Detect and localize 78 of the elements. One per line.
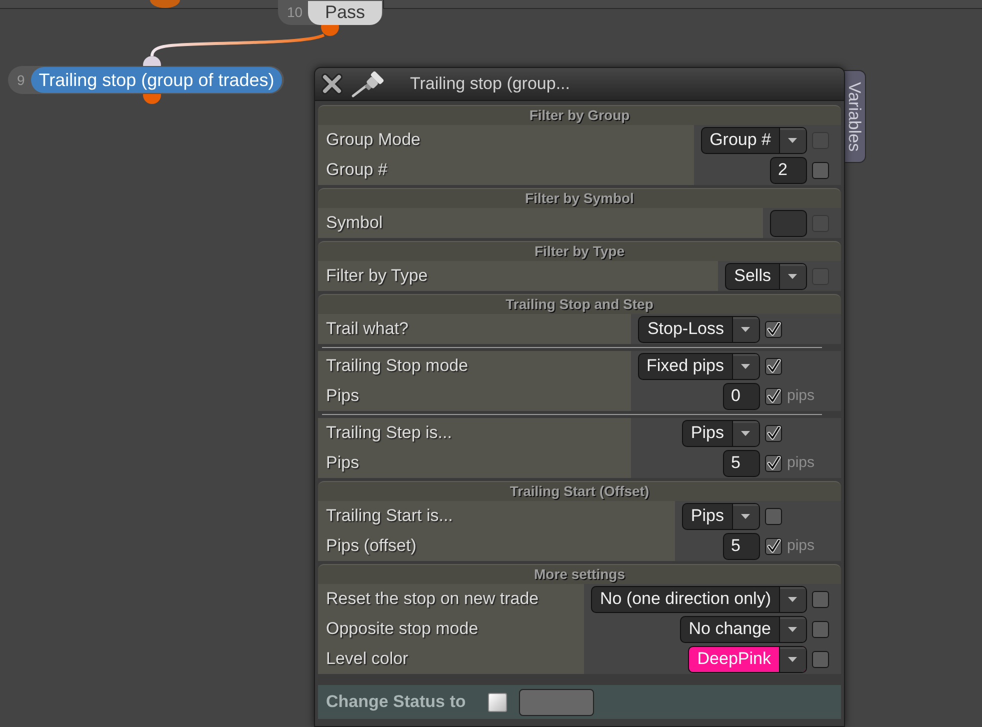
caret-down-icon: [779, 646, 806, 672]
node-title: Trailing stop (group of trades): [30, 67, 282, 93]
number-field[interactable]: 2: [770, 156, 807, 184]
checkbox[interactable]: [765, 454, 782, 472]
dropdown[interactable]: Pips: [682, 502, 760, 530]
caret-down-icon: [779, 128, 806, 152]
number-field[interactable]: 5: [723, 532, 760, 560]
setting-label: Trailing Start is...: [318, 501, 675, 531]
dropdown[interactable]: No (one direction only): [590, 586, 807, 612]
unit-label: pips: [787, 536, 816, 556]
checkbox[interactable]: [765, 358, 782, 374]
node-number: 9: [17, 70, 25, 90]
checkbox[interactable]: [765, 538, 782, 554]
pin-icon[interactable]: [351, 70, 385, 98]
dropdown[interactable]: Pips: [682, 420, 760, 446]
number-field[interactable]: 0: [723, 382, 760, 410]
checkbox[interactable]: [765, 388, 782, 404]
section-header: Filter by Group: [318, 105, 841, 125]
checkmark-icon: [766, 322, 780, 336]
caret-down-icon: [732, 354, 759, 378]
caret-down-icon: [779, 586, 806, 612]
checkbox[interactable]: [488, 692, 507, 712]
setting-label: Group #: [318, 155, 694, 185]
setting-label: Trailing Step is...: [318, 418, 631, 448]
checkmark-icon: [766, 389, 780, 403]
dropdown[interactable]: Fixed pips: [638, 352, 760, 380]
setting-label: Level color: [318, 644, 584, 674]
setting-label: Trailing Stop mode: [318, 351, 631, 381]
dropdown[interactable]: Group #: [700, 126, 807, 154]
number-field[interactable]: 5: [723, 450, 760, 476]
section-header: Trailing Start (Offset): [318, 481, 841, 501]
input-field[interactable]: [518, 688, 594, 716]
setting-label: Pips: [318, 381, 631, 411]
checkmark-icon: [766, 426, 780, 440]
dropdown[interactable]: DeepPink: [688, 646, 807, 672]
window-title: Trailing stop (group...: [410, 73, 570, 96]
node-number: 10: [287, 3, 303, 22]
close-icon[interactable]: [320, 72, 344, 96]
caret-down-icon: [779, 616, 806, 642]
dropdown[interactable]: No change: [680, 616, 807, 642]
dropdown[interactable]: Sells: [725, 262, 807, 290]
setting-label: Pips: [318, 448, 631, 478]
setting-label: Opposite stop mode: [318, 614, 584, 644]
caret-down-icon: [732, 316, 759, 342]
status-label: Change Status to: [326, 691, 466, 714]
section-header: Filter by Symbol: [318, 188, 841, 208]
caret-down-icon: [779, 264, 806, 288]
checkbox[interactable]: [765, 424, 782, 442]
checkbox[interactable]: [812, 650, 829, 668]
port-icon[interactable]: [143, 56, 161, 66]
setting-label: Trail what?: [318, 314, 631, 344]
node-title: Pass: [308, 0, 382, 24]
checkmark-icon: [766, 539, 780, 553]
checkbox[interactable]: [765, 320, 782, 338]
setting-label: Reset the stop on new trade: [318, 584, 584, 614]
checkbox[interactable]: [812, 590, 829, 608]
setting-label: Group Mode: [318, 125, 694, 155]
checkmark-icon: [766, 456, 780, 470]
section-header: Filter by Type: [318, 241, 841, 261]
setting-label: Filter by Type: [318, 261, 718, 291]
flow-node[interactable]: 9 Trailing stop (group of trades): [8, 66, 284, 94]
setting-label: Pips (offset): [318, 531, 675, 561]
caret-down-icon: [732, 420, 759, 446]
flow-node[interactable]: 10 Pass: [278, 0, 383, 25]
section-header: Trailing Stop and Step: [318, 294, 841, 314]
section-header: More settings: [318, 564, 841, 584]
caret-down-icon: [732, 504, 759, 528]
checkbox[interactable]: [812, 162, 829, 178]
port-icon[interactable]: [321, 25, 339, 36]
unit-label: pips: [787, 452, 816, 473]
setting-label: Symbol: [318, 208, 763, 238]
checkbox[interactable]: [812, 620, 829, 638]
checkbox[interactable]: [765, 508, 782, 524]
unit-label: pips: [787, 386, 816, 406]
checkmark-icon: [766, 359, 780, 373]
port-icon[interactable]: [143, 94, 161, 104]
dropdown[interactable]: Stop-Loss: [638, 316, 760, 342]
text-field[interactable]: [770, 210, 807, 236]
